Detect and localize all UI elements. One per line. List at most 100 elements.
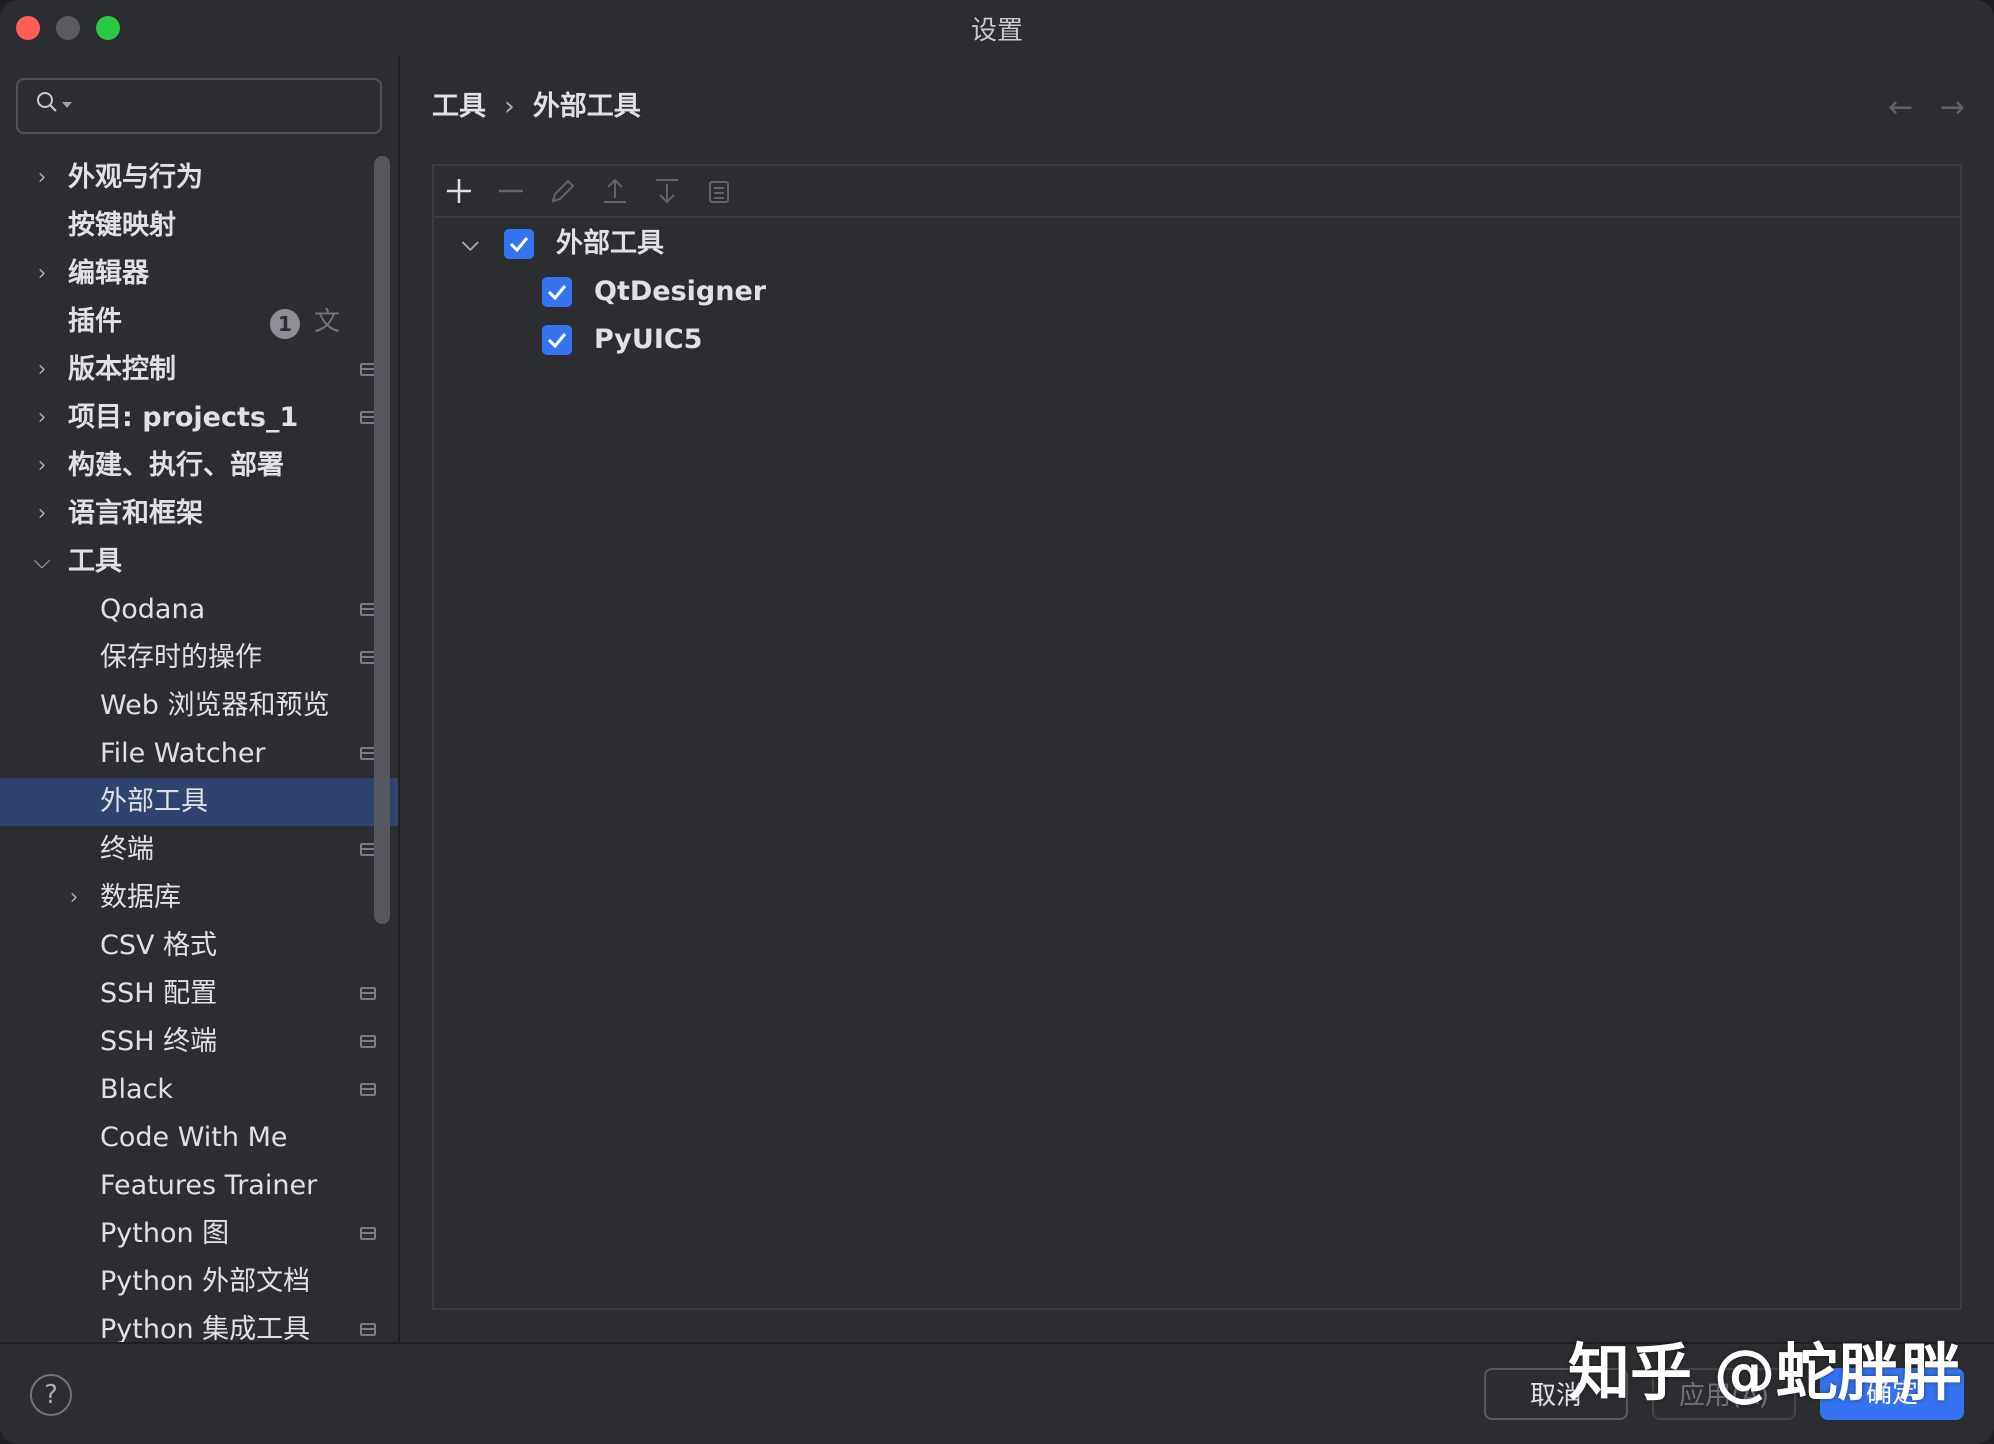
- chevron-right-icon[interactable]: ›: [32, 250, 52, 298]
- settings-sidebar: › 外观与行为按键映射 › 编辑器插件 1 文 › 版本控制 › 项目: projects_1 › 构…: [0, 56, 400, 1342]
- sidebar-item[interactable]: › 构建、执行、部署: [0, 442, 398, 490]
- sidebar-item-label: 版本控制: [68, 354, 176, 385]
- sidebar-item[interactable]: 按键映射: [0, 202, 398, 250]
- sidebar-item-label: Black: [100, 1074, 174, 1105]
- chevron-right-icon[interactable]: ›: [64, 874, 84, 922]
- sidebar-item-label: CSV 格式: [100, 930, 218, 961]
- sidebar-item-label: 外观与行为: [68, 162, 203, 193]
- settings-window: 设置 › 外观与行为按键映射 › 编辑器插件 1 文 › 版本控制 › 项目: projects_…: [0, 0, 1994, 1444]
- breadcrumb-parent[interactable]: 工具: [432, 91, 486, 122]
- tool-checkbox[interactable]: [542, 277, 572, 307]
- chevron-down-icon[interactable]: ⌵: [32, 538, 52, 586]
- tool-label: QtDesigner: [594, 276, 767, 307]
- forward-arrow-icon[interactable]: →: [1940, 90, 1965, 125]
- sidebar-item-label: 项目: projects_1: [68, 402, 299, 433]
- add-icon[interactable]: [442, 174, 476, 208]
- breadcrumb-separator: ›: [504, 91, 515, 122]
- tool-group-row[interactable]: ⌵ 外部工具: [434, 222, 1034, 266]
- move-up-icon[interactable]: [598, 174, 632, 208]
- sidebar-item[interactable]: Python 集成工具: [0, 1306, 398, 1342]
- tool-checkbox[interactable]: [542, 325, 572, 355]
- chevron-right-icon[interactable]: ›: [32, 346, 52, 394]
- chevron-down-icon[interactable]: ⌵: [462, 222, 479, 266]
- sidebar-item[interactable]: 保存时的操作: [0, 634, 398, 682]
- sidebar-item-label: 编辑器: [68, 258, 149, 289]
- copy-icon[interactable]: [702, 174, 736, 208]
- chevron-right-icon[interactable]: ›: [32, 394, 52, 442]
- sidebar-item[interactable]: Web 浏览器和预览: [0, 682, 398, 730]
- sidebar-item[interactable]: › 语言和框架: [0, 490, 398, 538]
- tool-group-label: 外部工具: [556, 228, 664, 259]
- move-down-icon[interactable]: [650, 174, 684, 208]
- watermark: 知乎 @蛇胖胖: [1568, 1336, 1962, 1409]
- sidebar-item-label: 外部工具: [100, 786, 208, 817]
- window-title: 设置: [970, 16, 1023, 46]
- sidebar-item-label: SSH 终端: [100, 1026, 218, 1057]
- tool-row[interactable]: PyUIC5: [434, 318, 1034, 362]
- sidebar-item[interactable]: 插件 1 文: [0, 298, 398, 346]
- tool-row[interactable]: QtDesigner: [434, 270, 1034, 314]
- translate-icon: 文: [314, 307, 341, 337]
- sidebar-item-label: 工具: [68, 546, 122, 577]
- update-count-badge: 1: [270, 309, 300, 339]
- project-level-icon: [360, 1083, 376, 1096]
- sidebar-item-label: File Watcher: [100, 738, 266, 769]
- breadcrumb-current: 外部工具: [532, 91, 641, 122]
- sidebar-item-label: 保存时的操作: [100, 642, 262, 673]
- sidebar-item[interactable]: Python 外部文档: [0, 1258, 398, 1306]
- sidebar-item[interactable]: Code With Me: [0, 1114, 398, 1162]
- project-level-icon: [360, 987, 376, 1000]
- sidebar-scrollbar[interactable]: [374, 156, 390, 924]
- project-level-icon: [360, 1323, 376, 1336]
- sidebar-item[interactable]: Features Trainer: [0, 1162, 398, 1210]
- sidebar-item[interactable]: CSV 格式: [0, 922, 398, 970]
- settings-tree: › 外观与行为按键映射 › 编辑器插件 1 文 › 版本控制 › 项目: projects_1 › 构…: [0, 154, 398, 1342]
- sidebar-item-label: Qodana: [100, 594, 206, 625]
- chevron-right-icon[interactable]: ›: [32, 442, 52, 490]
- chevron-right-icon[interactable]: ›: [32, 490, 52, 538]
- settings-content: 工具 › 外部工具 ← → ⌵ 外部工具 QtDesigner PyUIC5: [400, 56, 1994, 1342]
- sidebar-item-label: Python 集成工具: [100, 1314, 311, 1342]
- sidebar-item[interactable]: 终端: [0, 826, 398, 874]
- project-level-icon: [360, 1227, 376, 1240]
- sidebar-item-label: 终端: [100, 834, 154, 865]
- sidebar-item-label: Code With Me: [100, 1122, 288, 1153]
- sidebar-item-label: 构建、执行、部署: [68, 450, 284, 481]
- sidebar-item[interactable]: SSH 终端: [0, 1018, 398, 1066]
- title-bar: 设置: [0, 0, 1994, 56]
- back-arrow-icon[interactable]: ←: [1888, 90, 1913, 125]
- edit-icon[interactable]: [546, 174, 580, 208]
- sidebar-item[interactable]: ⌵ 工具: [0, 538, 398, 586]
- tool-label: PyUIC5: [594, 324, 703, 355]
- search-input[interactable]: [16, 78, 382, 134]
- breadcrumb: 工具 › 外部工具: [432, 84, 641, 123]
- project-level-icon: [360, 1035, 376, 1048]
- sidebar-item[interactable]: › 编辑器: [0, 250, 398, 298]
- external-tools-panel: ⌵ 外部工具 QtDesigner PyUIC5: [432, 164, 1962, 1310]
- sidebar-item-label: 按键映射: [68, 210, 176, 241]
- sidebar-item-label: Features Trainer: [100, 1170, 318, 1201]
- sidebar-item[interactable]: Black: [0, 1066, 398, 1114]
- sidebar-item-label: 插件: [68, 306, 122, 337]
- tool-group-checkbox[interactable]: [504, 229, 534, 259]
- sidebar-item-label: Python 外部文档: [100, 1266, 311, 1297]
- sidebar-item[interactable]: › 外观与行为: [0, 154, 398, 202]
- sidebar-item-label: 数据库: [100, 882, 181, 913]
- sidebar-item[interactable]: File Watcher: [0, 730, 398, 778]
- sidebar-item-label: Web 浏览器和预览: [100, 690, 330, 721]
- help-button[interactable]: ?: [30, 1374, 72, 1416]
- sidebar-item[interactable]: › 版本控制: [0, 346, 398, 394]
- sidebar-item[interactable]: › 数据库: [0, 874, 398, 922]
- remove-icon[interactable]: [494, 174, 528, 208]
- sidebar-item[interactable]: › 项目: projects_1: [0, 394, 398, 442]
- search-options-chevron-icon[interactable]: [62, 102, 72, 108]
- chevron-right-icon[interactable]: ›: [32, 154, 52, 202]
- sidebar-item[interactable]: Python 图: [0, 1210, 398, 1258]
- search-icon: [37, 92, 57, 112]
- check-icon: [547, 285, 567, 301]
- check-icon: [547, 333, 567, 349]
- sidebar-item[interactable]: SSH 配置: [0, 970, 398, 1018]
- sidebar-item[interactable]: Qodana: [0, 586, 398, 634]
- sidebar-item-label: SSH 配置: [100, 978, 218, 1009]
- sidebar-item[interactable]: 外部工具: [0, 778, 398, 826]
